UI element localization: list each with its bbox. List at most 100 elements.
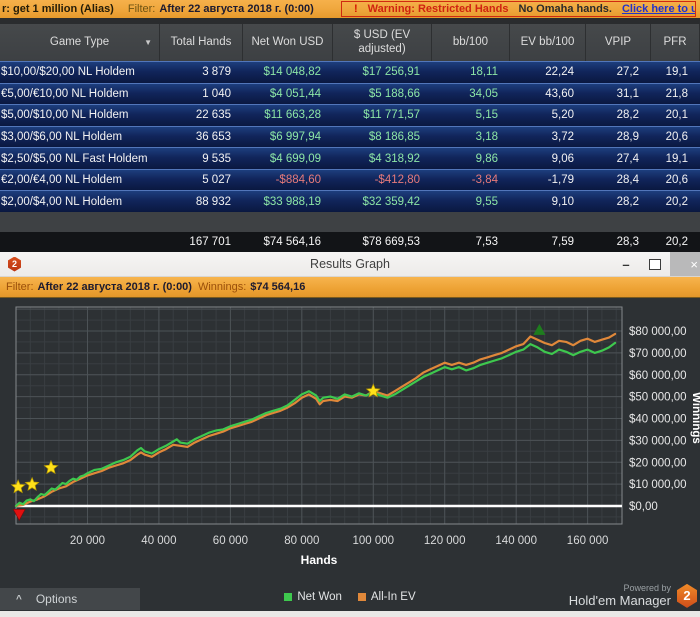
cell-game-type: €2,00/€4,00 NL Holdem	[1, 174, 123, 187]
x-tick-label: 100 000	[353, 535, 395, 547]
holdem-manager-app: r: get 1 million (Alias) Filter: After 2…	[0, 0, 700, 617]
cell-value: $33 988,19	[263, 195, 321, 208]
totals-cell: 28,3	[616, 236, 639, 248]
cell-value: 20,6	[665, 131, 688, 144]
y-tick-label: $0,00	[629, 501, 658, 513]
header--usd-ev-adjusted-[interactable]: $ USD (EV adjusted)	[333, 24, 432, 61]
cell-value: 9,86	[475, 152, 498, 165]
triangle-down-marker	[12, 509, 26, 521]
cell-value: $5 188,66	[368, 87, 420, 100]
header-net-won-usd[interactable]: Net Won USD	[243, 24, 333, 61]
cell-value: 5,20	[551, 109, 574, 122]
header-bb-100[interactable]: bb/100	[432, 24, 510, 61]
table-row[interactable]: $10,00/$20,00 NL Holdem 3 879 $14 048,82 $1…	[0, 61, 700, 83]
series-all-in-ev	[14, 332, 617, 508]
cell-game-type: $2,50/$5,00 NL Fast Holdem	[1, 152, 148, 165]
x-tick-label: 40 000	[141, 535, 176, 547]
totals-cell: 20,2	[665, 236, 688, 248]
y-tick-label: $70 000,00	[629, 348, 687, 360]
cell-value: -1,79	[547, 174, 574, 187]
results-graph-titlebar: 2 Results Graph – ×	[0, 252, 700, 277]
account-alias-text: r: get 1 million (Alias)	[2, 3, 114, 15]
filter-label: Filter:	[127, 3, 156, 15]
cell-value: 28,2	[616, 109, 639, 122]
cell-value: 18,11	[470, 66, 498, 79]
cell-value: $6 997,94	[269, 131, 321, 144]
y-axis-title: Winnings	[690, 392, 700, 444]
y-tick-label: $80 000,00	[629, 326, 687, 338]
cell-value: 88 932	[195, 195, 231, 208]
graph-filter-bar: Filter: After 22 августа 2018 г. (0:00) …	[0, 277, 700, 298]
sort-dropdown-icon[interactable]: ▼	[144, 38, 152, 47]
winnings-label: Winnings:	[197, 281, 247, 293]
y-tick-label: $50 000,00	[629, 392, 687, 404]
table-empty-space	[0, 212, 700, 232]
cell-value: 36 653	[195, 131, 231, 144]
table-header-row: Game Type ▼ Total Hands Net Won USD $ USD (E…	[0, 24, 700, 61]
table-row[interactable]: €5,00/€10,00 NL Holdem 1 040 $4 051,44 $5 1…	[0, 82, 700, 105]
header-ev-bb-100[interactable]: EV bb/100	[510, 24, 586, 61]
cell-value: 19,1	[665, 152, 688, 165]
legend-item-all-in-ev: All-In EV	[357, 591, 416, 603]
x-tick-label: 160 000	[567, 535, 609, 547]
header-vpip[interactable]: VPIP	[586, 24, 651, 61]
cell-value: 28,2	[616, 195, 639, 208]
results-graph-area: 20 000 40 000 60 000 80 000 100 000 120 000 14…	[0, 298, 700, 611]
table-totals-row: 167 701 $74 564,16 $78 669,53 7,53 7,59 28,3 2…	[0, 232, 700, 252]
cell-value: 22 635	[195, 109, 231, 122]
cell-value: 20,6	[665, 174, 688, 187]
legend-item-net-won: Net Won	[284, 591, 342, 603]
table-row[interactable]: €2,00/€4,00 NL Holdem 5 027 -$884,60 -$412,…	[0, 168, 700, 191]
cell-value: 5,15	[475, 109, 498, 122]
y-tick-label: $40 000,00	[629, 414, 687, 426]
cell-value: 3,72	[551, 131, 574, 144]
cell-game-type: $2,00/$4,00 NL Holdem	[1, 195, 123, 208]
y-tick-label: $20 000,00	[629, 457, 687, 469]
cell-value: $11 771,57	[363, 109, 420, 122]
totals-cell: 7,53	[475, 236, 498, 248]
totals-cell: 167 701	[189, 236, 231, 248]
x-tick-label: 140 000	[495, 535, 537, 547]
totals-cell: $78 669,53	[362, 236, 420, 248]
cell-game-type: €5,00/€10,00 NL Holdem	[1, 87, 129, 100]
header-total-hands[interactable]: Total Hands	[160, 24, 243, 61]
cell-value: $4 318,92	[368, 152, 420, 165]
cell-value: $4 051,44	[269, 87, 321, 100]
cell-value: 27,2	[616, 66, 639, 79]
header-game-type[interactable]: Game Type ▼	[0, 24, 160, 61]
y-tick-label: $10 000,00	[629, 479, 687, 491]
x-axis-title: Hands	[301, 553, 338, 567]
cell-value: 34,05	[469, 87, 498, 100]
legend-swatch-icon	[284, 593, 293, 601]
cell-value: 1 040	[202, 87, 231, 100]
graph-filter-value: After 22 августа 2018 г. (0:00)	[37, 281, 192, 293]
powered-by-block: Powered by Hold'em Manager 2	[568, 583, 697, 608]
cell-value: 9,06	[551, 152, 574, 165]
restricted-hands-warning: ! Warning: Restricted Hands No Omaha han…	[341, 1, 696, 17]
cell-value: 28,4	[616, 174, 639, 187]
header-pfr[interactable]: PFR	[651, 24, 700, 61]
legend-swatch-icon	[357, 593, 366, 601]
warning-exclamation-icon: !	[354, 3, 358, 15]
star-marker	[24, 476, 40, 491]
bottom-window-edge	[0, 611, 700, 617]
x-tick-label: 120 000	[424, 535, 466, 547]
cell-value: 28,9	[616, 131, 639, 144]
cell-value: 3,18	[475, 131, 498, 144]
table-row[interactable]: $2,00/$4,00 NL Holdem 88 932 $33 988,19 $32…	[0, 190, 700, 213]
warning-detail: No Omaha hands.	[518, 3, 612, 15]
cell-value: $4 699,09	[269, 152, 321, 165]
holdem-manager-badge-icon: 2	[677, 583, 697, 608]
table-row[interactable]: $5,00/$10,00 NL Holdem 22 635 $11 663,28 $1…	[0, 104, 700, 126]
cell-value: $14 048,82	[263, 66, 321, 79]
unlock-link[interactable]: Click here to unlock	[622, 3, 695, 15]
table-row[interactable]: $2,50/$5,00 NL Fast Holdem 9 535 $4 699,09…	[0, 147, 700, 169]
cell-value: $8 186,85	[368, 131, 420, 144]
cell-value: 3 879	[202, 66, 231, 79]
holdem-manager-text: Hold'em Manager	[568, 592, 671, 608]
x-tick-label: 80 000	[284, 535, 319, 547]
triangle-up-marker	[533, 323, 546, 335]
table-row[interactable]: $3,00/$6,00 NL Holdem 36 653 $6 997,94 $8 1…	[0, 125, 700, 148]
totals-cell	[0, 232, 160, 252]
cell-value: 21,8	[665, 87, 688, 100]
